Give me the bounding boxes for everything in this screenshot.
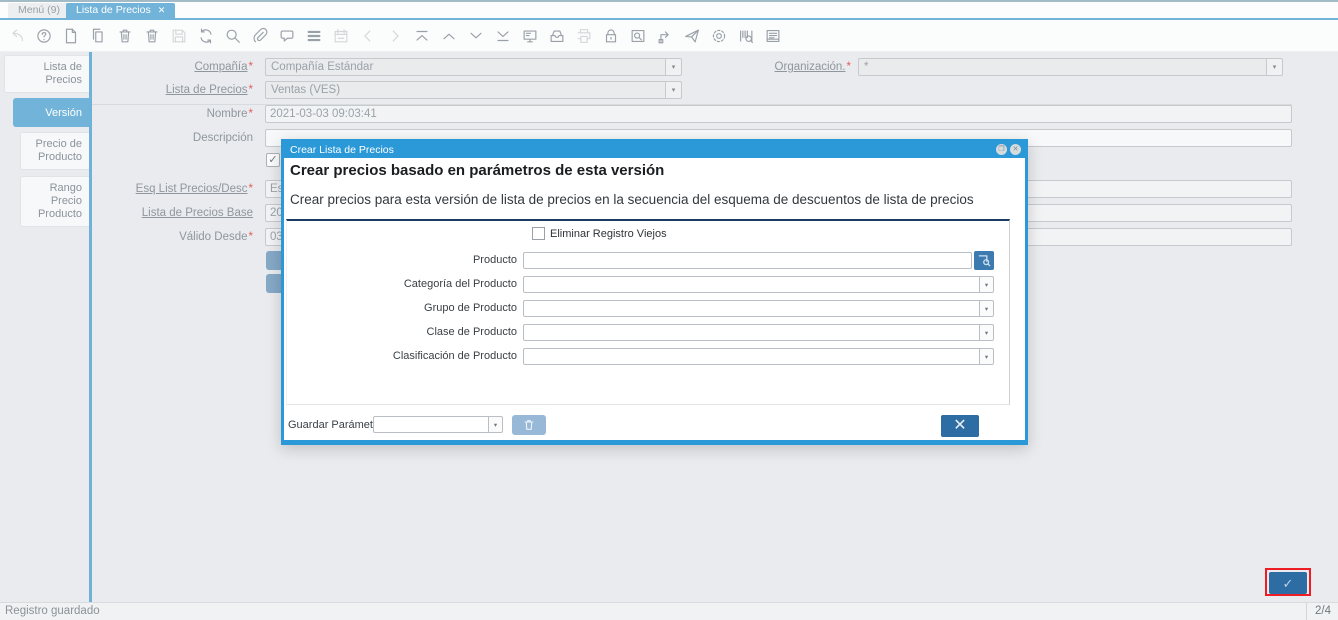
grupo-producto-label: Grupo de Producto: [287, 300, 517, 317]
tab-label: Lista de Precios: [76, 3, 151, 18]
clase-producto-label: Clase de Producto: [287, 324, 517, 341]
detail-view-icon[interactable]: [521, 27, 539, 45]
lock-icon[interactable]: [602, 27, 620, 45]
chevron-down-icon[interactable]: ▾: [1266, 59, 1282, 75]
eliminar-registro-viejos-label: Eliminar Registro Viejos: [550, 227, 667, 241]
find-icon[interactable]: [224, 27, 242, 45]
lista-precios-combo[interactable]: Ventas (VES) ▾: [265, 81, 682, 99]
clasificacion-producto-label: Clasificación de Producto: [287, 348, 517, 365]
confirm-button[interactable]: ✓: [1269, 572, 1307, 594]
chevron-down-icon[interactable]: ▾: [979, 301, 993, 316]
producto-input[interactable]: [523, 252, 972, 269]
categoria-producto-label: Categoría del Producto: [287, 276, 517, 293]
settings-icon[interactable]: [710, 27, 728, 45]
sidebar-accent-line: [89, 52, 92, 602]
delete-selection-icon[interactable]: [143, 27, 161, 45]
eliminar-registro-viejos-checkbox[interactable]: [532, 227, 545, 240]
restore-window-icon[interactable]: ❐: [996, 144, 1007, 155]
status-message: Registro guardado: [5, 605, 100, 617]
confirm-check-icon: ✓: [1283, 577, 1294, 590]
confirm-highlight-box: ✓: [1265, 568, 1311, 596]
attachment-icon[interactable]: [251, 27, 269, 45]
report-icon[interactable]: [764, 27, 782, 45]
status-divider: [1306, 603, 1307, 620]
valido-desde-label: Válido Desde*: [100, 228, 253, 246]
close-dialog-icon[interactable]: ✕: [1010, 144, 1021, 155]
archive-icon[interactable]: [548, 27, 566, 45]
nav-parent-icon[interactable]: [440, 27, 458, 45]
producto-lookup-button[interactable]: [974, 251, 994, 270]
nav-previous-icon: [359, 27, 377, 45]
compania-combo[interactable]: Compañía Estándar ▾: [265, 58, 682, 76]
status-bar: Registro guardado 2/4: [0, 602, 1338, 620]
help-icon[interactable]: [35, 27, 53, 45]
sidebar-tab-rango-precio-producto[interactable]: Rango Precio Producto: [20, 176, 89, 227]
dialog-subtitle: Crear precios para esta versión de lista…: [290, 192, 974, 207]
clase-producto-combo[interactable]: ▾: [523, 324, 994, 341]
tab-bar: Menú (9) Lista de Precios ✕: [0, 2, 1338, 18]
workflow-icon[interactable]: [656, 27, 674, 45]
chevron-down-icon[interactable]: ▾: [979, 277, 993, 292]
categoria-producto-combo[interactable]: ▾: [523, 276, 994, 293]
chevron-down-icon[interactable]: ▾: [665, 59, 681, 75]
save-icon: [170, 27, 188, 45]
lista-precios-label: Lista de Precios*: [100, 81, 253, 99]
grupo-producto-combo[interactable]: ▾: [523, 300, 994, 317]
dialog-body: Crear precios basado en parámetros de es…: [284, 158, 1025, 440]
nav-last-icon[interactable]: [494, 27, 512, 45]
new-record-icon[interactable]: [62, 27, 80, 45]
lista-base-label: Lista de Precios Base: [100, 204, 253, 222]
chevron-down-icon[interactable]: ▾: [979, 325, 993, 340]
clasificacion-producto-combo[interactable]: ▾: [523, 348, 994, 365]
product-info-icon[interactable]: [737, 27, 755, 45]
descripcion-label: Descripción: [100, 129, 253, 147]
copy-record-icon[interactable]: [89, 27, 107, 45]
sidebar-tab-precio-de-producto[interactable]: Precio de Producto: [20, 132, 89, 170]
print-icon: [575, 27, 593, 45]
active-checkbox[interactable]: ✓: [266, 153, 280, 167]
producto-label: Producto: [287, 252, 517, 269]
zoom-window-icon[interactable]: [629, 27, 647, 45]
delete-record-icon[interactable]: [116, 27, 134, 45]
nav-detail-icon[interactable]: [467, 27, 485, 45]
app-window: Menú (9) Lista de Precios ✕ Lista de Pre…: [0, 0, 1338, 620]
nombre-input[interactable]: 2021-03-03 09:03:41: [265, 105, 1292, 123]
organizacion-label: Organización.*: [700, 58, 851, 76]
dialog-heading: Crear precios basado en parámetros de es…: [290, 162, 664, 179]
calendar-icon: [332, 27, 350, 45]
nav-first-icon[interactable]: [413, 27, 431, 45]
search-window-icon: [978, 254, 991, 267]
send-icon[interactable]: [683, 27, 701, 45]
crear-lista-de-precios-dialog: Crear Lista de Precios ❐ ✕ Crear precios…: [281, 139, 1028, 445]
organizacion-combo[interactable]: * ▾: [858, 58, 1283, 76]
chevron-down-icon[interactable]: ▾: [665, 82, 681, 98]
tab-menu[interactable]: Menú (9): [8, 3, 70, 18]
nav-next-icon: [386, 27, 404, 45]
delete-parameter-button[interactable]: [512, 415, 546, 435]
grid-toggle-icon[interactable]: [305, 27, 323, 45]
cancel-button[interactable]: ✕: [941, 415, 979, 437]
sidebar-tab-version[interactable]: Versión: [13, 98, 89, 127]
cancel-x-icon: ✕: [953, 418, 966, 434]
dialog-titlebar[interactable]: Crear Lista de Precios ❐ ✕: [284, 142, 1025, 158]
close-tab-icon[interactable]: ✕: [158, 3, 166, 18]
undo-icon: [8, 27, 26, 45]
trash-icon: [523, 419, 535, 431]
dialog-title: Crear Lista de Precios: [290, 144, 394, 156]
chevron-down-icon[interactable]: ▾: [979, 349, 993, 364]
toolbar: [0, 20, 1338, 52]
refresh-icon[interactable]: [197, 27, 215, 45]
esq-list-label: Esq List Precios/Desc*: [100, 180, 253, 198]
compania-label: Compañía*: [100, 58, 253, 76]
guardar-parametro-combo[interactable]: ▾: [373, 416, 503, 433]
chat-icon[interactable]: [278, 27, 296, 45]
sidebar-tab-lista-de-precios[interactable]: Lista de Precios: [4, 55, 89, 93]
tab-lista-de-precios[interactable]: Lista de Precios ✕: [66, 3, 175, 18]
guardar-parametro-label: Guardar Parámetro: [288, 417, 372, 434]
record-counter: 2/4: [1315, 605, 1331, 617]
nombre-label: Nombre*: [100, 105, 253, 123]
chevron-down-icon[interactable]: ▾: [488, 417, 502, 432]
